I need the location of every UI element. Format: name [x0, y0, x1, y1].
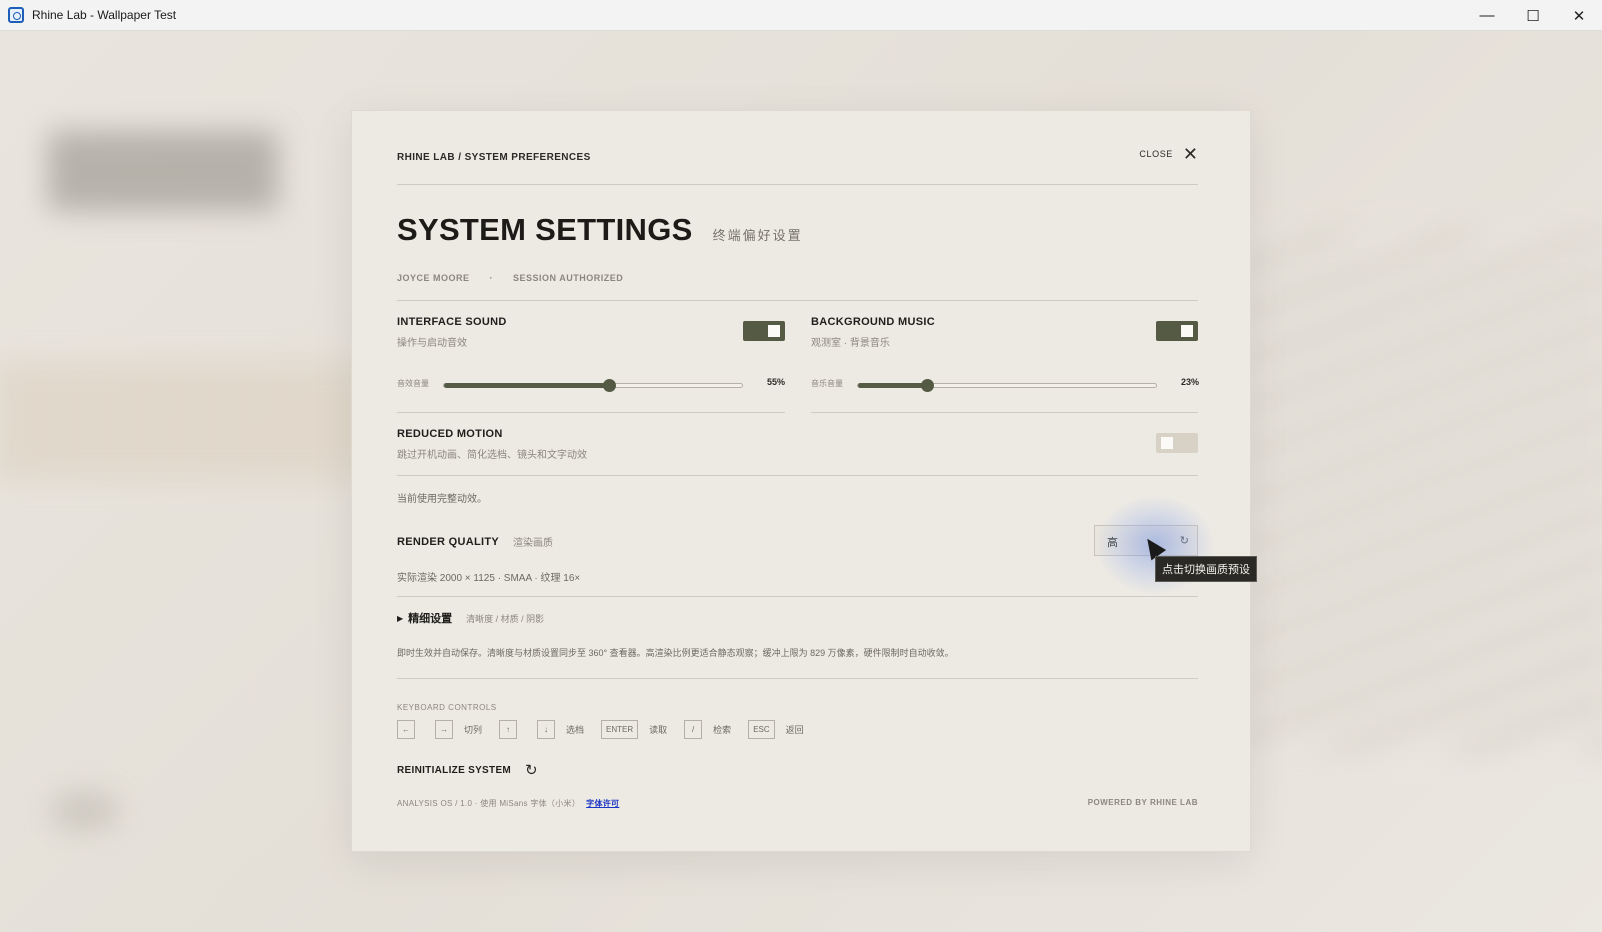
key-enter-label: 读取 [649, 725, 668, 735]
background-shape [50, 791, 120, 831]
key-enter: ENTER [601, 720, 639, 739]
motion-status: 当前使用完整动效。 [397, 494, 487, 505]
background-logo [48, 131, 278, 211]
settings-panel: RHINE LAB / SYSTEM PREFERENCES CLOSE ✕ S… [351, 110, 1251, 852]
background-music-title: BACKGROUND MUSIC [811, 316, 935, 328]
divider [811, 412, 1198, 413]
key-lr-label: 切列 [464, 725, 483, 735]
interface-sound-setting: INTERFACE SOUND 操作与启动音效 [397, 316, 507, 349]
reduced-motion-title: REDUCED MOTION [397, 428, 503, 440]
sound-volume-value: 55% [766, 377, 785, 387]
sound-volume-fill [444, 383, 609, 388]
keyboard-controls-title: KEYBOARD CONTROLS [397, 703, 497, 712]
fine-settings-subtitle: 清晰度 / 材质 / 阴影 [466, 613, 545, 624]
panel-header: RHINE LAB / SYSTEM PREFERENCES CLOSE ✕ [397, 145, 1198, 167]
music-volume-value: 23% [1180, 377, 1199, 387]
sound-volume-thumb[interactable] [603, 379, 616, 392]
music-volume-thumb[interactable] [921, 379, 934, 392]
session-meta: JOYCE MOORE · SESSION AUTHORIZED [397, 273, 623, 283]
render-quality-tooltip: 点击切换画质预设 [1155, 556, 1257, 582]
key-down: ↓ [537, 720, 556, 739]
toggle-knob [1161, 437, 1173, 449]
background-music-setting: BACKGROUND MUSIC 观测室 · 背景音乐 [811, 316, 935, 349]
session-status: SESSION AUTHORIZED [513, 273, 624, 283]
render-quality-setting: RENDER QUALITY 渲染画质 [397, 534, 553, 550]
reduced-motion-setting: REDUCED MOTION 跳过开机动画、简化选档、镜头和文字动效 [397, 428, 587, 461]
render-quality-detail: 实际渲染 2000 × 1125 · SMAA · 纹理 16× [397, 573, 581, 584]
music-volume-track[interactable] [857, 379, 1157, 392]
refresh-icon: ↻ [525, 762, 538, 779]
fine-settings-toggle[interactable]: ▶ 精细设置 清晰度 / 材质 / 阴影 [397, 610, 544, 626]
font-license-link[interactable]: 字体许可 [586, 798, 619, 809]
window-title: Rhine Lab - Wallpaper Test [32, 8, 177, 22]
reduced-motion-subtitle: 跳过开机动画、简化选档、镜头和文字动效 [397, 450, 587, 461]
reduced-motion-toggle[interactable] [1156, 433, 1198, 453]
divider [397, 300, 1198, 301]
footer-info: ANALYSIS OS / 1.0 · 使用 MiSans 字体（小米） 字体许… [397, 798, 619, 809]
page-title: SYSTEM SETTINGS [397, 212, 693, 247]
toggle-knob [1181, 325, 1193, 337]
close-button[interactable]: CLOSE ✕ [1139, 145, 1198, 163]
breadcrumb: RHINE LAB / SYSTEM PREFERENCES [397, 152, 591, 163]
toggle-knob [768, 325, 780, 337]
reinitialize-label: REINITIALIZE SYSTEM [397, 764, 512, 776]
user-name: JOYCE MOORE [397, 273, 470, 283]
key-left: ← [397, 720, 415, 739]
meta-separator: · [489, 273, 494, 283]
render-quality-title: RENDER QUALITY [397, 535, 499, 548]
interface-sound-slider: 音效音量 55% [397, 374, 785, 394]
render-quality-value: 高 [1107, 537, 1118, 549]
sound-volume-label: 音效音量 [397, 379, 429, 388]
page-subtitle: 终端偏好设置 [712, 228, 803, 243]
interface-sound-subtitle: 操作与启动音效 [397, 338, 467, 349]
sound-volume-track[interactable] [443, 379, 743, 392]
footer-text: ANALYSIS OS / 1.0 · 使用 MiSans 字体（小米） [397, 799, 581, 808]
background-music-toggle[interactable] [1156, 321, 1198, 341]
background-band [0, 361, 380, 481]
minimize-button[interactable]: — [1464, 0, 1510, 31]
window-titlebar: Rhine Lab - Wallpaper Test — ☐ ✕ [0, 0, 1602, 31]
interface-sound-toggle[interactable] [743, 321, 785, 341]
key-esc: ESC [748, 720, 775, 739]
music-volume-fill [858, 383, 927, 388]
key-right: → [435, 720, 453, 739]
divider [397, 596, 1198, 597]
key-esc-label: 返回 [785, 725, 804, 735]
key-up: ↑ [499, 720, 518, 739]
keyboard-controls: ← → 切列 ↑ ↓ 选档 ENTER 读取 / 检索 ESC 返回 [397, 720, 821, 739]
close-label: CLOSE [1139, 149, 1173, 159]
key-slash: / [684, 720, 703, 739]
window-controls: — ☐ ✕ [1464, 0, 1602, 31]
divider [397, 412, 785, 413]
maximize-button[interactable]: ☐ [1510, 0, 1556, 31]
refresh-icon: ↻ [1179, 535, 1189, 547]
render-quality-subtitle: 渲染画质 [512, 538, 553, 549]
reinitialize-button[interactable]: REINITIALIZE SYSTEM ↻ [397, 761, 538, 779]
divider [397, 475, 1198, 476]
app-icon [8, 7, 24, 23]
music-volume-label: 音乐音量 [811, 379, 843, 388]
background-music-subtitle: 观测室 · 背景音乐 [811, 338, 890, 349]
fine-settings-note: 即时生效并自动保存。清晰度与材质设置同步至 360° 查看器。高渲染比例更适合静… [397, 648, 954, 658]
background-music-slider: 音乐音量 23% [811, 374, 1199, 394]
close-icon: ✕ [1182, 144, 1198, 164]
divider [397, 678, 1198, 679]
footer-credit: POWERED BY RHINE LAB [1087, 798, 1198, 807]
title-row: SYSTEM SETTINGS 终端偏好设置 [397, 212, 803, 248]
window-close-button[interactable]: ✕ [1556, 0, 1602, 31]
key-ud-label: 选档 [566, 725, 585, 735]
background-stripes [1240, 231, 1602, 751]
interface-sound-title: INTERFACE SOUND [397, 316, 507, 328]
expand-triangle-icon: ▶ [397, 613, 404, 623]
divider [397, 184, 1198, 185]
key-slash-label: 检索 [713, 725, 732, 735]
fine-settings-label: 精细设置 [408, 613, 453, 625]
